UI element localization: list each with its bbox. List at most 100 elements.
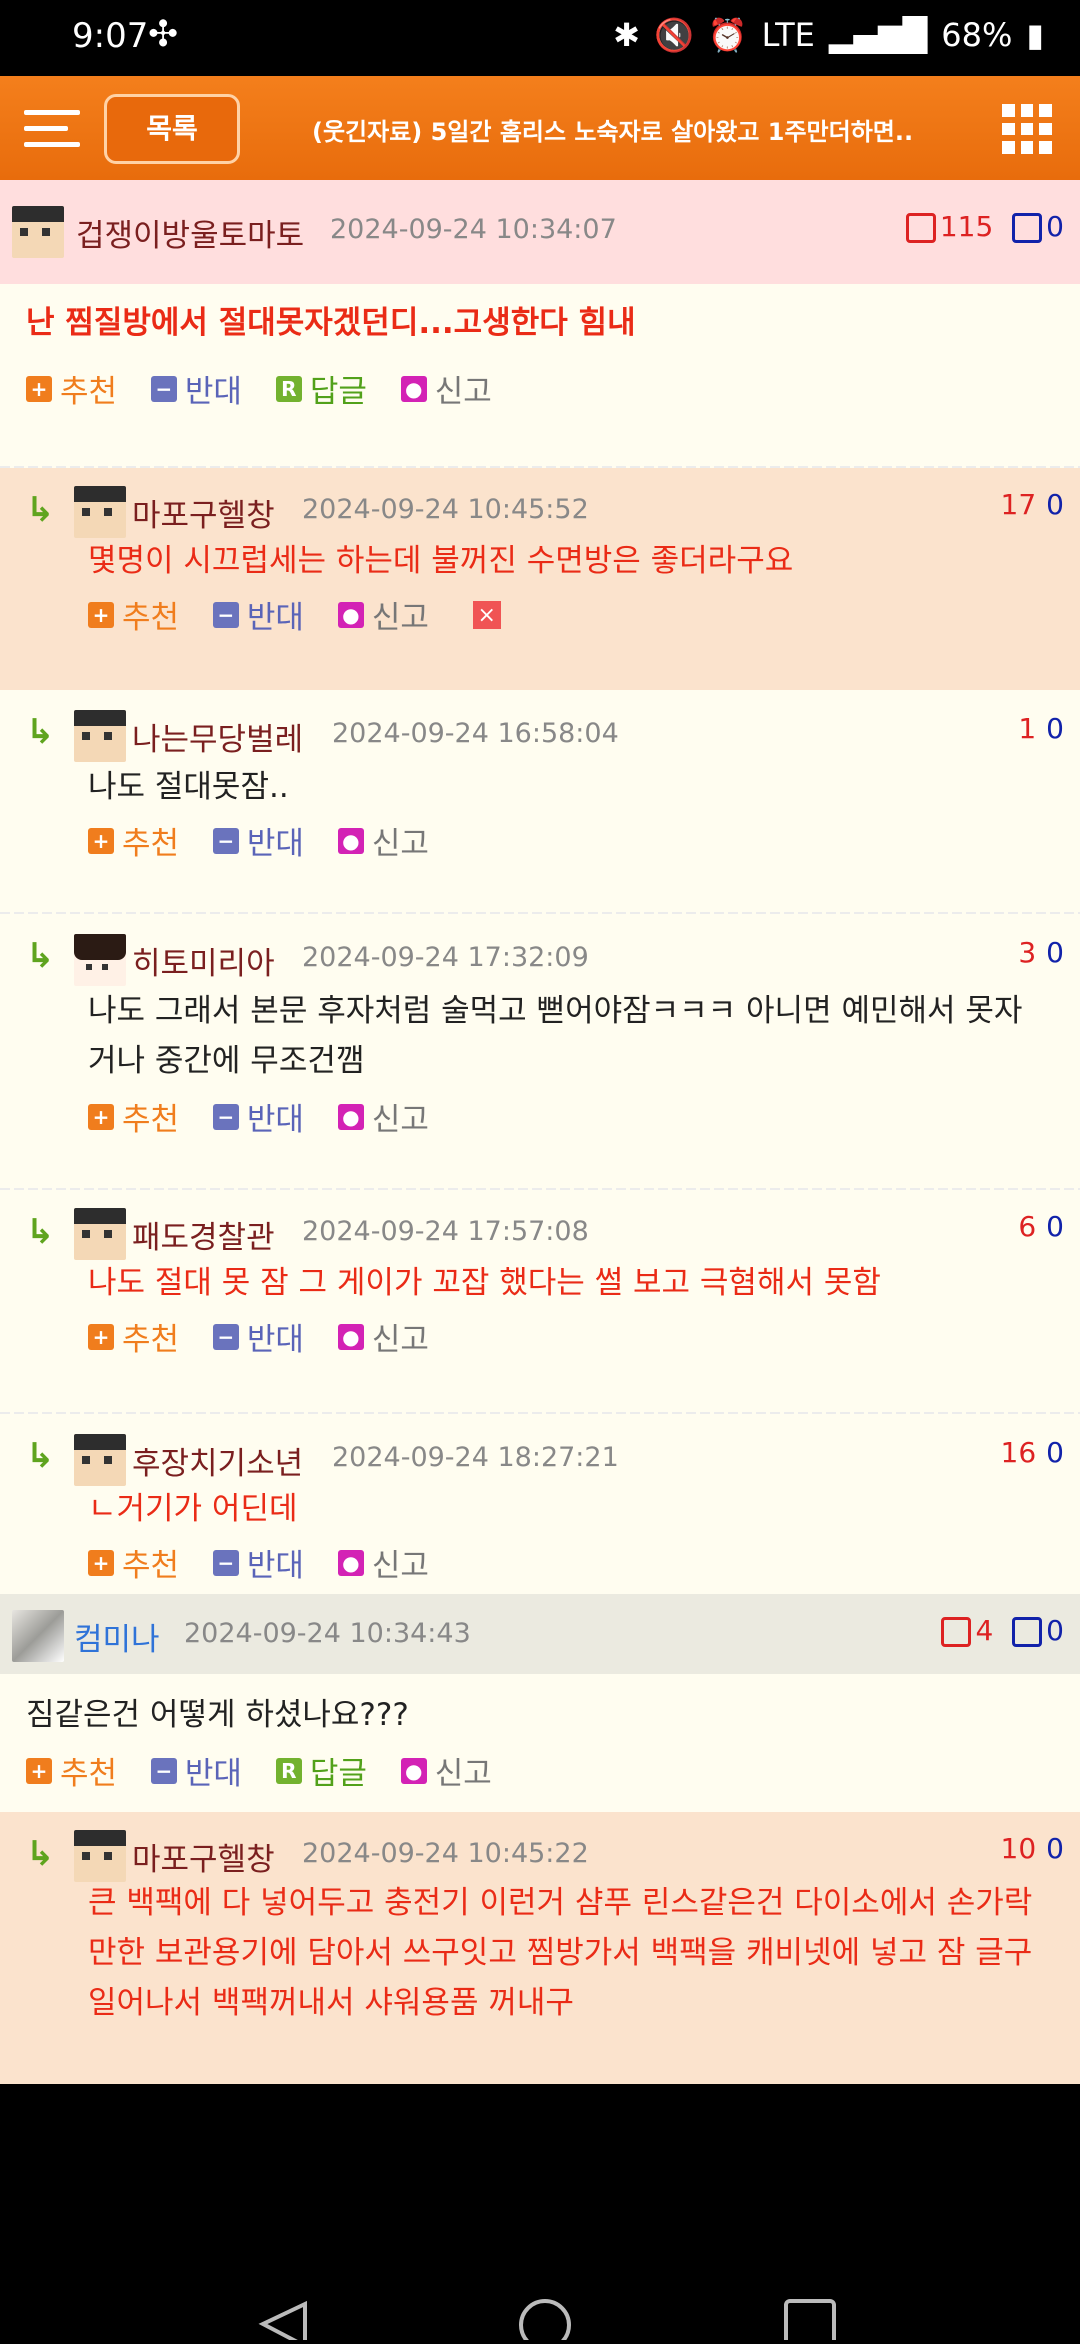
battery-percent: 68% [941, 16, 1013, 54]
comment-actions: + 추천 − 반대 ● 신고 [88, 1094, 453, 1138]
thumb-up-icon[interactable] [941, 1617, 972, 1647]
recommend-button[interactable]: + 추천 [88, 818, 179, 863]
recommend-button[interactable]: + 추천 [88, 592, 179, 637]
comment-votes: 16 0 [1000, 1436, 1064, 1469]
battery-icon: ▮ [1026, 16, 1044, 54]
recommend-button[interactable]: + 추천 [26, 366, 117, 411]
delete-icon[interactable]: × [472, 601, 501, 629]
thumb-up-icon[interactable] [905, 213, 936, 243]
plus-icon: + [26, 375, 52, 402]
recommend-button[interactable]: + 추천 [26, 1748, 117, 1793]
report-icon: ● [337, 1103, 364, 1130]
main-comment: 겁쟁이방울토마토 2024-09-24 10:34:07 115 0 난 찜질방… [0, 180, 1080, 466]
oppose-button[interactable]: − 반대 [150, 1748, 242, 1793]
oppose-button[interactable]: − 반대 [212, 818, 304, 863]
upvote-count: 115 [939, 210, 994, 243]
comment-date: 2024-09-24 17:57:08 [302, 1216, 589, 1247]
reply-comment: ↳ 나는무당벌레 2024-09-24 16:58:04 10 나도 절대못잠.… [0, 690, 1080, 912]
home-icon[interactable] [519, 2299, 571, 2344]
reply-arrow-icon: ↳ [26, 712, 55, 752]
comment-nickname[interactable]: 패도경찰관 [132, 1212, 275, 1257]
report-button[interactable]: ● 신고 [337, 1540, 429, 1585]
minus-icon: − [150, 1757, 177, 1784]
grid-menu-icon[interactable] [1002, 104, 1052, 154]
comment-text: 짐같은건 어떻게 하셨나요??? [26, 1697, 409, 1733]
status-bar: 9:07 ✣ ✱ 🔇 ⏰ LTE ▂▄▆█ 68% ▮ [0, 0, 1080, 76]
reply-arrow-icon: ↳ [26, 1212, 55, 1252]
comment-actions: + 추천 − 반대 ● 신고 [88, 818, 453, 862]
comment-nickname[interactable]: 컴미나 [74, 1614, 160, 1659]
comment-text: 난 찜질방에서 절대못자겠던디...고생한다 힘내 [26, 305, 636, 341]
reply-comment: ↳ 마포구헬창 2024-09-24 10:45:52 17 0 몇명이 시끄럽세… [0, 468, 1080, 690]
report-button[interactable]: ● 신고 [337, 1094, 429, 1139]
comment-actions: + 추천 − 반대 ● 신고 [88, 1314, 453, 1358]
reply-button[interactable]: R 답글 [275, 366, 367, 411]
oppose-button[interactable]: − 반대 [212, 1314, 304, 1359]
bluetooth-icon: ✱ [613, 16, 640, 54]
comment-actions: + 추천 − 반대 ● 신고 [88, 1540, 453, 1584]
report-button[interactable]: ● 신고 [337, 818, 429, 863]
reply-icon: R [275, 1757, 302, 1784]
avatar [74, 710, 126, 762]
back-icon[interactable] [258, 2300, 307, 2344]
oppose-button[interactable]: − 반대 [212, 1540, 304, 1585]
minus-icon: − [212, 1103, 239, 1130]
reply-arrow-icon: ↳ [26, 936, 55, 976]
comment-list: 겁쟁이방울토마토 2024-09-24 10:34:07 115 0 난 찜질방… [0, 180, 1080, 2084]
reply-arrow-icon: ↳ [26, 1436, 55, 1476]
oppose-button[interactable]: − 반대 [150, 366, 242, 411]
report-button[interactable]: ● 신고 [400, 366, 492, 411]
plus-icon: + [88, 1103, 114, 1130]
reply-arrow-icon: ↳ [26, 1834, 55, 1874]
recommend-button[interactable]: + 추천 [88, 1314, 179, 1359]
comment-votes: 10 [1018, 712, 1064, 745]
comment-actions: + 추천 − 반대 R 답글 ● 신고 [26, 1748, 516, 1792]
avatar [74, 934, 126, 986]
report-icon: ● [337, 1323, 364, 1350]
comment-date: 2024-09-24 10:34:07 [330, 214, 617, 245]
thumb-down-icon[interactable] [1012, 1617, 1043, 1647]
comment-nickname[interactable]: 겁쟁이방울토마토 [76, 210, 304, 255]
comment-date: 2024-09-24 18:27:21 [332, 1442, 619, 1473]
reply-button[interactable]: R 답글 [275, 1748, 367, 1793]
mute-icon: 🔇 [653, 16, 694, 54]
oppose-button[interactable]: − 반대 [212, 592, 304, 637]
reply-comment: ↳ 마포구헬창 2024-09-24 10:45:22 10 0 큰 백팩에 다 … [0, 1812, 1080, 2084]
comment-nickname[interactable]: 히토미리아 [132, 938, 275, 983]
reply-icon: R [275, 375, 302, 402]
report-button[interactable]: ● 신고 [337, 1314, 429, 1359]
list-button[interactable]: 목록 [104, 94, 240, 164]
signal-icon: ▂▄▆█ [828, 16, 928, 54]
minus-icon: − [212, 601, 239, 628]
menu-icon[interactable] [24, 104, 80, 154]
comment-date: 2024-09-24 16:58:04 [332, 718, 619, 749]
avatar [74, 1830, 126, 1882]
alarm-icon: ⏰ [707, 16, 748, 54]
comment-nickname[interactable]: 나는무당벌레 [132, 714, 303, 759]
navigation-bar [0, 2084, 1080, 2344]
oppose-button[interactable]: − 반대 [212, 1094, 304, 1139]
reply-comment: ↳ 히토미리아 2024-09-24 17:32:09 30 나도 그래서 본문… [0, 914, 1080, 1188]
comment-nickname[interactable]: 후장치기소년 [132, 1438, 303, 1483]
reply-arrow-icon: ↳ [26, 490, 55, 530]
comment-nickname[interactable]: 마포구헬창 [132, 490, 275, 535]
recommend-button[interactable]: + 추천 [88, 1094, 179, 1139]
report-button[interactable]: ● 신고 [400, 1748, 492, 1793]
comment-date: 2024-09-24 10:34:43 [184, 1618, 471, 1649]
report-button[interactable]: ● 신고 [337, 592, 429, 637]
top-app-bar: 목록 (웃긴자료) 5일간 홈리스 노숙자로 살아왔고 1주만더하면.. [0, 76, 1080, 180]
recommend-button[interactable]: + 추천 [88, 1540, 179, 1585]
plus-icon: + [26, 1757, 52, 1784]
thumb-down-icon[interactable] [1012, 213, 1043, 243]
comment-votes: 115 0 [905, 210, 1064, 243]
fan-icon: ✣ [148, 14, 179, 55]
recents-icon[interactable] [784, 2299, 836, 2344]
minus-icon: − [212, 1549, 239, 1576]
comment-nickname[interactable]: 마포구헬창 [132, 1834, 275, 1879]
comment-votes: 4 0 [941, 1614, 1064, 1647]
lte-icon: LTE [761, 16, 815, 54]
comment-votes: 30 [1018, 936, 1064, 969]
minus-icon: − [212, 827, 239, 854]
status-icons: ✱ 🔇 ⏰ LTE ▂▄▆█ 68% ▮ [613, 16, 1044, 54]
comment-header: 겁쟁이방울토마토 2024-09-24 10:34:07 115 0 [0, 180, 1080, 284]
